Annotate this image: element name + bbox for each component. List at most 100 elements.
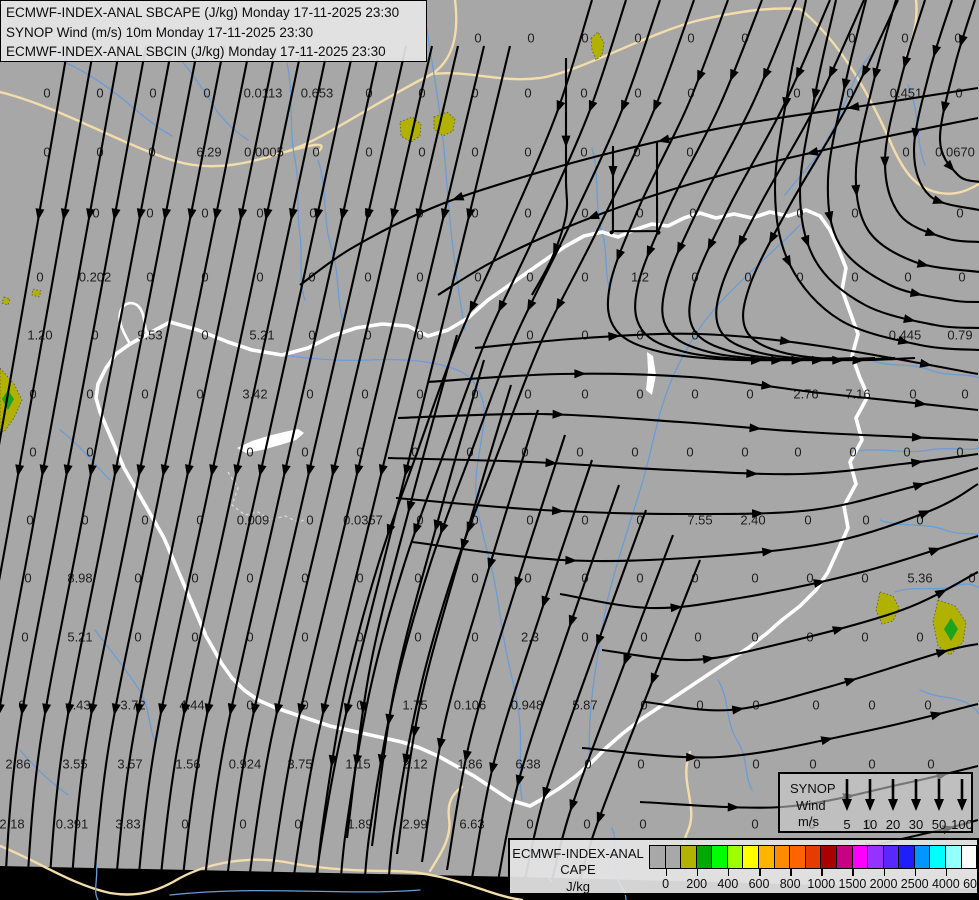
cape-tick [821, 869, 823, 876]
grid-value: 0.0357 [343, 512, 383, 528]
grid-value: 0 [301, 629, 309, 645]
grid-value: 0 [691, 386, 699, 402]
grid-value: 0 [955, 85, 963, 101]
weather-map-screenshot: 0 0 0 0 0 0 0 0 0 0 0 0 0 0.0113 0.653 0 0 0 0 0 0 0 0 0 0.451 0 0… [0, 0, 979, 900]
grid-value: 0 [24, 570, 32, 586]
grid-value: 5.21 [67, 629, 93, 645]
cape-color-cell [649, 845, 666, 869]
down-arrow-icon [842, 779, 852, 811]
cape-color-cell [742, 845, 760, 869]
grid-value: 2.99 [402, 816, 428, 832]
grid-value: 5.36 [907, 570, 933, 586]
cape-legend-unit: J/kg [566, 879, 590, 894]
grid-value: 0 [308, 327, 316, 343]
grid-value: 0.391 [55, 816, 89, 832]
grid-value: 0.0113 [243, 85, 283, 101]
grid-value: 0 [524, 205, 532, 221]
grid-value: 0 [851, 269, 859, 285]
grid-value: 0 [527, 30, 535, 46]
grid-value: 0 [696, 697, 704, 713]
grid-value: 0 [812, 697, 820, 713]
cape-color-cell [835, 845, 853, 869]
grid-value: 0 [924, 697, 932, 713]
grid-value: 0 [306, 512, 314, 528]
title-sbcape: ECMWF-INDEX-ANAL SBCAPE (J/kg) Monday 17… [6, 5, 400, 20]
grid-value: 0 [862, 512, 870, 528]
grid-value: 0 [134, 570, 142, 586]
cape-color-cell [680, 845, 697, 869]
synop-speed-label: 10 [862, 817, 878, 832]
cape-color-cell [867, 845, 884, 869]
grid-value: 0.0670 [935, 144, 975, 160]
cape-legend-param: CAPE [560, 862, 596, 877]
grid-value: 1.2 [630, 269, 650, 285]
grid-value: 0 [294, 816, 302, 832]
grid-value: 0 [904, 269, 912, 285]
grid-value: 0 [694, 629, 702, 645]
grid-value: 0 [583, 816, 591, 832]
grid-value: 8.98 [67, 570, 93, 586]
grid-value: 3.55 [62, 756, 88, 772]
synop-legend-unit: m/s [798, 814, 819, 829]
grid-value: 0 [958, 269, 966, 285]
grid-value: 0 [414, 629, 422, 645]
grid-value: 0 [364, 205, 372, 221]
grid-value: 0 [691, 269, 699, 285]
grid-value: 0.106 [453, 697, 487, 713]
grid-value: 0 [96, 85, 104, 101]
synop-speed-entry: 30 [905, 778, 927, 832]
grid-value: 0.653 [300, 85, 334, 101]
grid-value: 0 [149, 85, 157, 101]
grid-value: 0 [201, 269, 209, 285]
grid-value: 0 [364, 327, 372, 343]
grid-value: 0 [636, 327, 644, 343]
grid-value: 1.15 [345, 756, 371, 772]
grid-value: 0 [416, 269, 424, 285]
grid-value: 0 [686, 144, 694, 160]
grid-value: 0 [636, 205, 644, 221]
grid-value: 0 [796, 269, 804, 285]
grid-value: 0 [916, 512, 924, 528]
grid-value: 1.89 [347, 816, 373, 832]
grid-value: 0 [524, 144, 532, 160]
grid-value: 0 [306, 386, 314, 402]
grid-value: 0 [902, 144, 910, 160]
cape-tick-label: 600 [748, 877, 770, 891]
grid-value: 0 [687, 85, 695, 101]
grid-value: 0 [581, 269, 589, 285]
grid-value: 0 [741, 444, 749, 460]
synop-speed-entry: 10 [859, 778, 881, 832]
cape-color-cell [789, 845, 806, 869]
grid-value: 0.202 [78, 269, 112, 285]
grid-value: 0 [418, 144, 426, 160]
grid-value: 9.53 [137, 327, 163, 343]
grid-value: 0 [301, 570, 309, 586]
grid-value: 0 [580, 85, 588, 101]
grid-value: 0 [581, 205, 589, 221]
grid-value: 0 [693, 756, 701, 772]
grid-value: 0 [141, 386, 149, 402]
grid-value: 0 [356, 444, 364, 460]
grid-value: 0 [191, 570, 199, 586]
grid-value: 0 [474, 30, 482, 46]
cape-tick-label: 200 [686, 877, 708, 891]
grid-value: 0 [36, 269, 44, 285]
synop-speed-entry: 100 [951, 778, 973, 832]
grid-value: 0 [751, 570, 759, 586]
grid-value: 0 [576, 444, 584, 460]
grid-value: 0 [309, 205, 317, 221]
grid-value: 0 [191, 629, 199, 645]
cape-color-cell [882, 845, 900, 869]
cape-tick-label: 800 [779, 877, 801, 891]
synop-speed-label: 30 [908, 817, 924, 832]
grid-value: 1.20 [27, 327, 53, 343]
cape-tick [914, 869, 917, 876]
grid-value: 0 [581, 570, 589, 586]
cape-color-cell [726, 845, 744, 869]
grid-value: 0 [686, 444, 694, 460]
grid-value: 0 [581, 386, 589, 402]
grid-value: 0 [806, 570, 814, 586]
grid-value: 0 [308, 269, 316, 285]
cape-color-cell [758, 845, 775, 869]
grid-value: 2.86 [5, 756, 31, 772]
